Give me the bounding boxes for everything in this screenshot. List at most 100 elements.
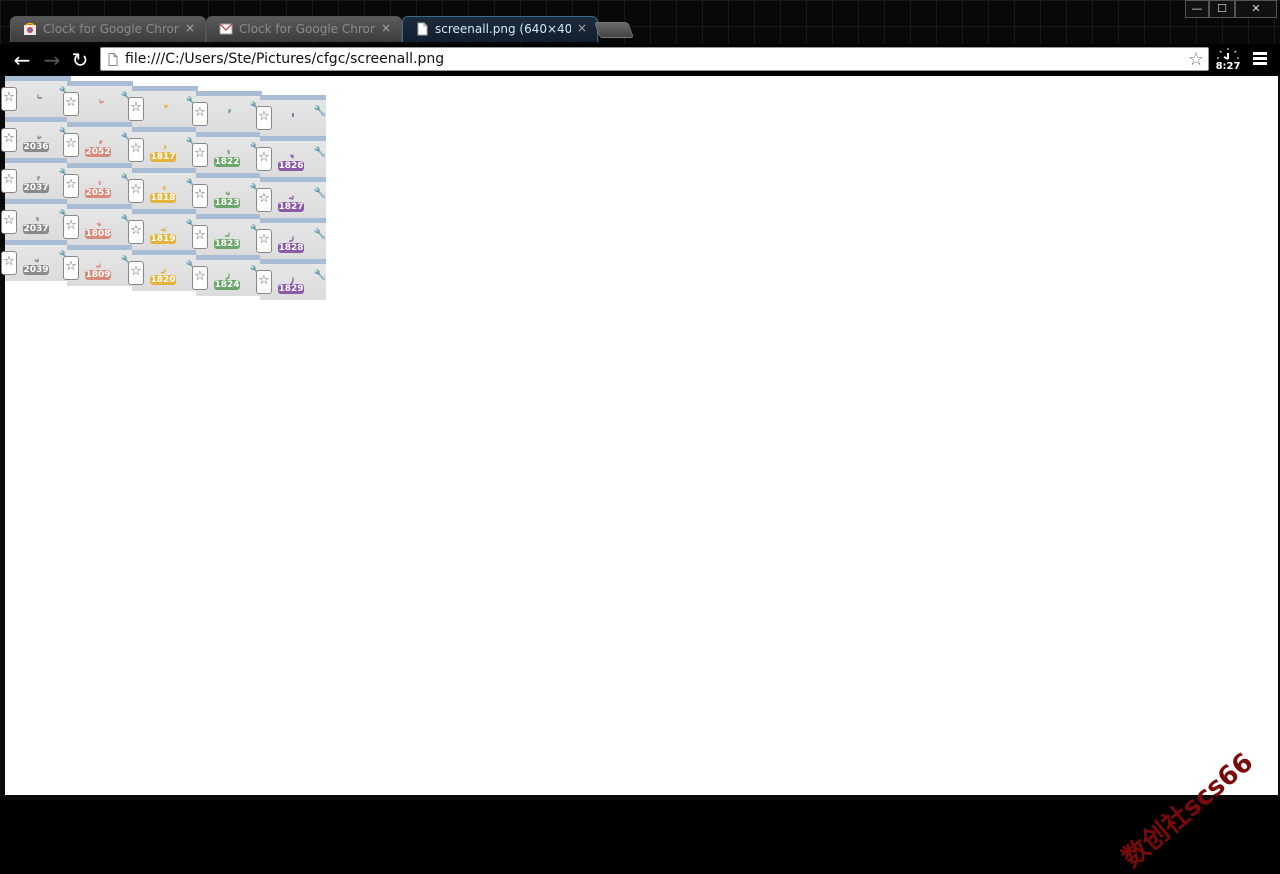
screenshot-cell: ☆🔧: [260, 95, 326, 136]
clock-hand-icon: [160, 103, 170, 113]
screenshot-cell: ☆🔧: [132, 86, 198, 127]
star-icon: ☆: [192, 266, 208, 290]
time-badge: 2037: [23, 224, 49, 234]
time-badge: 2037: [23, 183, 49, 193]
close-icon[interactable]: ×: [575, 21, 589, 35]
wrench-icon: 🔧: [314, 147, 326, 158]
screenshot-cell: ☆🔧1822: [196, 132, 262, 173]
screenshot-column: ☆🔧☆🔧2052☆🔧2053☆🔧1808☆🔧1809: [67, 81, 133, 286]
chrome-webstore-icon: [23, 22, 37, 36]
time-badge: 1824: [214, 280, 240, 290]
menu-icon[interactable]: [1253, 52, 1267, 66]
close-icon[interactable]: ×: [379, 21, 393, 35]
address-bar[interactable]: ☆: [100, 47, 1209, 71]
time-badge: 2036: [23, 142, 49, 152]
screenshot-cell: ☆🔧1828: [260, 218, 326, 259]
tab-clock-gmail[interactable]: Clock for Google Chrome ×: [206, 16, 402, 42]
time-badge: 1829: [278, 284, 304, 294]
star-icon: ☆: [128, 97, 144, 121]
screenshot-cell: ☆🔧1809: [67, 245, 133, 286]
screenshot-cell: ☆🔧2037: [5, 158, 71, 199]
new-tab-button[interactable]: [594, 22, 634, 38]
clock-extension-button[interactable]: 8:27: [1215, 47, 1241, 73]
star-icon: ☆: [1, 210, 17, 234]
screenshot-cell: ☆🔧: [196, 91, 262, 132]
clock-extension-time: 8:27: [1215, 61, 1241, 72]
time-badge: 1823: [214, 239, 240, 249]
screenshot-column: ☆🔧☆🔧2036☆🔧2037☆🔧2037☆🔧2039: [5, 76, 71, 281]
bookmark-star-icon[interactable]: ☆: [1188, 49, 1204, 70]
wrench-icon: 🔧: [314, 229, 326, 240]
screenshot-cell: ☆🔧1824: [196, 255, 262, 296]
screenshot-column: ☆🔧☆🔧1817☆🔧1818☆🔧1819☆🔧1820: [132, 86, 198, 291]
screenshot-cell: ☆🔧2039: [5, 240, 71, 281]
time-badge: 2053: [85, 188, 111, 198]
clock-hand-icon: [95, 98, 105, 108]
star-icon: ☆: [256, 147, 272, 171]
gmail-icon: [219, 22, 233, 36]
screenshot-column: ☆🔧☆🔧1826☆🔧1827☆🔧1828☆🔧1829: [260, 95, 326, 300]
time-badge: 1823: [214, 198, 240, 208]
watermark: 数创社scs66: [1113, 743, 1260, 874]
star-icon: ☆: [192, 143, 208, 167]
forward-button[interactable]: →: [40, 48, 64, 72]
page-icon: [415, 22, 429, 36]
screenshot-cell: ☆🔧1808: [67, 204, 133, 245]
wrench-icon: 🔧: [314, 106, 326, 117]
maximize-button[interactable]: ☐: [1209, 0, 1235, 18]
star-icon: ☆: [1, 128, 17, 152]
star-icon: ☆: [256, 106, 272, 130]
star-icon: ☆: [63, 256, 79, 280]
screenshot-cell: ☆🔧2036: [5, 117, 71, 158]
url-input[interactable]: [125, 50, 1175, 68]
screenshot-cell: ☆🔧1819: [132, 209, 198, 250]
tab-clock-webstore[interactable]: Clock for Google Chrome ×: [10, 16, 206, 42]
star-icon: ☆: [128, 138, 144, 162]
screenshot-cell: ☆🔧1823: [196, 214, 262, 255]
page-icon: [108, 53, 118, 66]
star-icon: ☆: [63, 133, 79, 157]
wrench-icon: 🔧: [314, 270, 326, 281]
star-icon: ☆: [1, 169, 17, 193]
clock-hand-icon: [224, 108, 234, 118]
browser-window: Clock for Google Chrome × Clock for Goog…: [0, 0, 1280, 800]
time-badge: 1809: [85, 270, 111, 280]
clock-hand-icon: [288, 112, 298, 122]
star-icon: ☆: [256, 188, 272, 212]
time-badge: 1826: [278, 161, 304, 171]
star-icon: ☆: [63, 174, 79, 198]
star-icon: ☆: [128, 179, 144, 203]
screenshot-cell: ☆🔧: [67, 81, 133, 122]
time-badge: 1818: [150, 193, 176, 203]
title-bar: Clock for Google Chrome × Clock for Goog…: [0, 0, 1280, 44]
star-icon: ☆: [256, 229, 272, 253]
star-icon: ☆: [63, 215, 79, 239]
back-button[interactable]: ←: [10, 48, 34, 72]
star-icon: ☆: [63, 92, 79, 116]
toolbar: ← → ↻ ☆ 8:27: [0, 44, 1280, 76]
close-icon[interactable]: ×: [183, 21, 197, 35]
screenshot-cell: ☆🔧1829: [260, 259, 326, 300]
star-icon: ☆: [192, 184, 208, 208]
tab-screenall[interactable]: screenall.png (640×400) ×: [402, 16, 598, 42]
screenshot-cell: ☆🔧1823: [196, 173, 262, 214]
star-icon: ☆: [1, 87, 17, 111]
time-badge: 1820: [150, 275, 176, 285]
minimize-button[interactable]: —: [1185, 0, 1209, 18]
screenshot-cell: ☆🔧1820: [132, 250, 198, 291]
page-viewport: ☆🔧☆🔧2036☆🔧2037☆🔧2037☆🔧2039☆🔧☆🔧2052☆🔧2053…: [5, 76, 1278, 795]
reload-button[interactable]: ↻: [68, 48, 92, 72]
time-badge: 1822: [214, 157, 240, 167]
screenshot-cell: ☆🔧: [5, 76, 71, 117]
time-badge: 1828: [278, 243, 304, 253]
close-window-button[interactable]: ✕: [1235, 0, 1277, 18]
star-icon: ☆: [192, 102, 208, 126]
screenshot-cell: ☆🔧1827: [260, 177, 326, 218]
screenshot-column: ☆🔧☆🔧1822☆🔧1823☆🔧1823☆🔧1824: [196, 91, 262, 296]
time-badge: 2039: [23, 265, 49, 275]
star-icon: ☆: [192, 225, 208, 249]
screenshot-cell: ☆🔧2052: [67, 122, 133, 163]
tab-title: screenall.png (640×400): [435, 22, 571, 36]
star-icon: ☆: [256, 270, 272, 294]
screenshot-cell: ☆🔧2053: [67, 163, 133, 204]
